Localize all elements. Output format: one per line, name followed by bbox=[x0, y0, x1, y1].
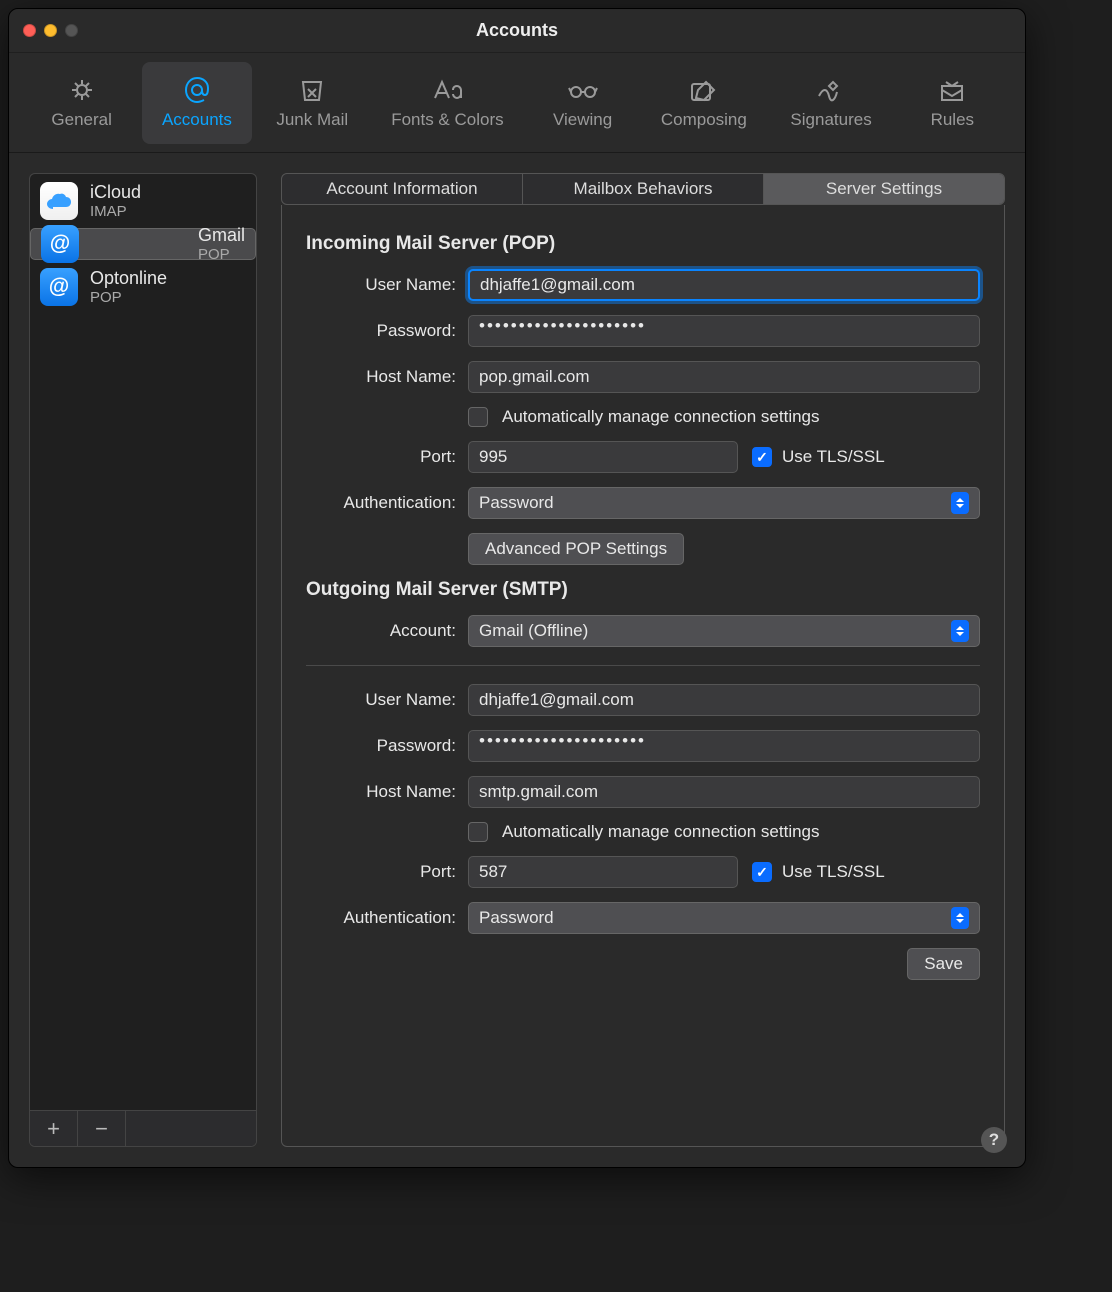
zoom-button[interactable] bbox=[65, 24, 78, 37]
outgoing-username-input[interactable] bbox=[468, 684, 980, 716]
outgoing-port-label: Port: bbox=[306, 862, 456, 882]
tab-label: Viewing bbox=[553, 110, 612, 130]
close-button[interactable] bbox=[23, 24, 36, 37]
outgoing-auto-label: Automatically manage connection settings bbox=[502, 822, 820, 842]
chevron-updown-icon bbox=[951, 907, 969, 929]
accounts-sidebar: iCloud IMAP @ Gmail POP @ Optonline POP bbox=[29, 173, 257, 1147]
outgoing-account-value: Gmail (Offline) bbox=[479, 621, 588, 641]
outgoing-hostname-input[interactable] bbox=[468, 776, 980, 808]
incoming-password-label: Password: bbox=[306, 321, 456, 341]
outgoing-account-label: Account: bbox=[306, 621, 456, 641]
glasses-icon bbox=[565, 76, 601, 104]
outgoing-auth-select[interactable]: Password bbox=[468, 902, 980, 934]
save-button[interactable]: Save bbox=[907, 948, 980, 980]
tab-label: General bbox=[51, 110, 111, 130]
outgoing-auth-label: Authentication: bbox=[306, 908, 456, 928]
outgoing-account-select[interactable]: Gmail (Offline) bbox=[468, 615, 980, 647]
incoming-password-input[interactable]: ••••••••••••••••••••• bbox=[468, 315, 980, 347]
tab-accounts[interactable]: Accounts bbox=[142, 62, 251, 144]
minimize-button[interactable] bbox=[44, 24, 57, 37]
account-row-icloud[interactable]: iCloud IMAP bbox=[30, 174, 256, 228]
outgoing-auth-value: Password bbox=[479, 908, 554, 928]
rules-icon bbox=[934, 76, 970, 104]
outgoing-password-input[interactable]: ••••••••••••••••••••• bbox=[468, 730, 980, 762]
window-controls bbox=[9, 24, 78, 37]
incoming-tls-checkbox[interactable] bbox=[752, 447, 772, 467]
incoming-hostname-label: Host Name: bbox=[306, 367, 456, 387]
body: iCloud IMAP @ Gmail POP @ Optonline POP bbox=[9, 153, 1025, 1167]
window-title: Accounts bbox=[9, 20, 1025, 41]
incoming-section-title: Incoming Mail Server (POP) bbox=[306, 233, 980, 255]
incoming-hostname-input[interactable] bbox=[468, 361, 980, 393]
incoming-auto-checkbox[interactable] bbox=[468, 407, 488, 427]
incoming-username-input[interactable] bbox=[468, 269, 980, 301]
incoming-auto-label: Automatically manage connection settings bbox=[502, 407, 820, 427]
incoming-port-label: Port: bbox=[306, 447, 456, 467]
remove-account-button[interactable]: − bbox=[78, 1111, 126, 1146]
advanced-pop-settings-button[interactable]: Advanced POP Settings bbox=[468, 533, 684, 565]
tab-label: Composing bbox=[661, 110, 747, 130]
account-row-gmail[interactable]: @ Gmail POP bbox=[30, 228, 256, 260]
tab-label: Junk Mail bbox=[276, 110, 348, 130]
tab-label: Fonts & Colors bbox=[391, 110, 503, 130]
tab-label: Accounts bbox=[162, 110, 232, 130]
incoming-port-input[interactable] bbox=[468, 441, 738, 473]
outgoing-port-input[interactable] bbox=[468, 856, 738, 888]
fonts-icon bbox=[429, 76, 465, 104]
outgoing-password-label: Password: bbox=[306, 736, 456, 756]
tab-server-settings[interactable]: Server Settings bbox=[764, 174, 1004, 204]
incoming-auth-value: Password bbox=[479, 493, 554, 513]
accounts-list: iCloud IMAP @ Gmail POP @ Optonline POP bbox=[30, 174, 256, 1110]
account-type: IMAP bbox=[90, 203, 141, 220]
at-icon: @ bbox=[41, 225, 79, 263]
account-type: POP bbox=[90, 289, 167, 306]
outgoing-tls-checkbox[interactable] bbox=[752, 862, 772, 882]
trash-icon bbox=[294, 76, 330, 104]
server-settings-panel: Incoming Mail Server (POP) User Name: Pa… bbox=[281, 205, 1005, 1147]
account-row-optonline[interactable]: @ Optonline POP bbox=[30, 260, 256, 314]
account-name: iCloud bbox=[90, 182, 141, 203]
titlebar: Accounts bbox=[9, 9, 1025, 53]
account-name: Gmail bbox=[198, 225, 245, 246]
signature-icon bbox=[813, 76, 849, 104]
preferences-window: Accounts General Accounts Junk Mail Font… bbox=[8, 8, 1026, 1168]
tab-fonts-colors[interactable]: Fonts & Colors bbox=[373, 62, 522, 144]
incoming-tls-label: Use TLS/SSL bbox=[782, 447, 885, 467]
tab-label: Signatures bbox=[790, 110, 871, 130]
outgoing-section-title: Outgoing Mail Server (SMTP) bbox=[306, 579, 980, 601]
chevron-updown-icon bbox=[951, 620, 969, 642]
tab-junk-mail[interactable]: Junk Mail bbox=[258, 62, 367, 144]
incoming-username-label: User Name: bbox=[306, 275, 456, 295]
gear-icon bbox=[64, 76, 100, 104]
help-button[interactable]: ? bbox=[981, 1127, 1007, 1153]
prefs-toolbar: General Accounts Junk Mail Fonts & Color… bbox=[9, 53, 1025, 153]
chevron-updown-icon bbox=[951, 492, 969, 514]
add-account-button[interactable]: + bbox=[30, 1111, 78, 1146]
tab-viewing[interactable]: Viewing bbox=[528, 62, 637, 144]
tab-rules[interactable]: Rules bbox=[898, 62, 1007, 144]
main-panel: Account Information Mailbox Behaviors Se… bbox=[281, 173, 1005, 1147]
at-icon: @ bbox=[40, 268, 78, 306]
account-name: Optonline bbox=[90, 268, 167, 289]
tab-general[interactable]: General bbox=[27, 62, 136, 144]
outgoing-auto-checkbox[interactable] bbox=[468, 822, 488, 842]
divider bbox=[306, 665, 980, 666]
tab-label: Rules bbox=[931, 110, 974, 130]
outgoing-tls-label: Use TLS/SSL bbox=[782, 862, 885, 882]
sidebar-footer: + − bbox=[30, 1110, 256, 1146]
incoming-auth-label: Authentication: bbox=[306, 493, 456, 513]
at-icon bbox=[179, 76, 215, 104]
tab-signatures[interactable]: Signatures bbox=[770, 62, 891, 144]
tab-composing[interactable]: Composing bbox=[643, 62, 764, 144]
outgoing-username-label: User Name: bbox=[306, 690, 456, 710]
compose-icon bbox=[686, 76, 722, 104]
outgoing-hostname-label: Host Name: bbox=[306, 782, 456, 802]
incoming-auth-select[interactable]: Password bbox=[468, 487, 980, 519]
icloud-icon bbox=[40, 182, 78, 220]
tab-account-information[interactable]: Account Information bbox=[282, 174, 523, 204]
subtabs: Account Information Mailbox Behaviors Se… bbox=[281, 173, 1005, 205]
tab-mailbox-behaviors[interactable]: Mailbox Behaviors bbox=[523, 174, 764, 204]
